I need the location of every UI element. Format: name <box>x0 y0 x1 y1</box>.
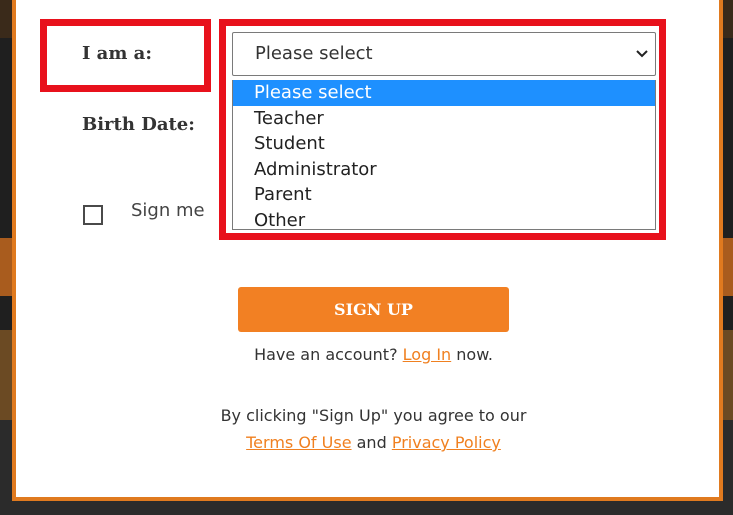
privacy-policy-link[interactable]: Privacy Policy <box>392 433 501 452</box>
sign-up-button[interactable]: SIGN UP <box>238 287 509 332</box>
option-teacher[interactable]: Teacher <box>233 106 655 132</box>
terms-links-line: Terms Of Use and Privacy Policy <box>0 429 733 456</box>
terms-line: By clicking "Sign Up" you agree to our <box>220 406 527 425</box>
option-parent[interactable]: Parent <box>233 182 655 208</box>
option-other[interactable]: Other <box>233 208 655 230</box>
role-select[interactable]: Please select <box>232 32 656 76</box>
option-please-select[interactable]: Please select <box>233 80 655 106</box>
have-account-prefix: Have an account? <box>254 345 398 364</box>
have-account-suffix: now. <box>456 345 493 364</box>
role-dropdown-list: Please select Teacher Student Administra… <box>232 80 656 230</box>
terms-of-use-link[interactable]: Terms Of Use <box>246 433 351 452</box>
signme-checkbox[interactable] <box>83 205 103 225</box>
option-administrator[interactable]: Administrator <box>233 157 655 183</box>
signme-label: Sign me <box>131 200 205 221</box>
chevron-down-icon <box>636 50 648 58</box>
login-link[interactable]: Log In <box>403 345 452 364</box>
role-select-value: Please select <box>255 43 373 64</box>
option-student[interactable]: Student <box>233 131 655 157</box>
have-account-text: Have an account? Log In now. <box>0 345 733 364</box>
role-label: I am a: <box>82 43 152 64</box>
terms-and-text: and <box>356 433 387 452</box>
terms-text: By clicking "Sign Up" you agree to our T… <box>0 402 733 456</box>
birth-date-label: Birth Date: <box>82 114 195 135</box>
